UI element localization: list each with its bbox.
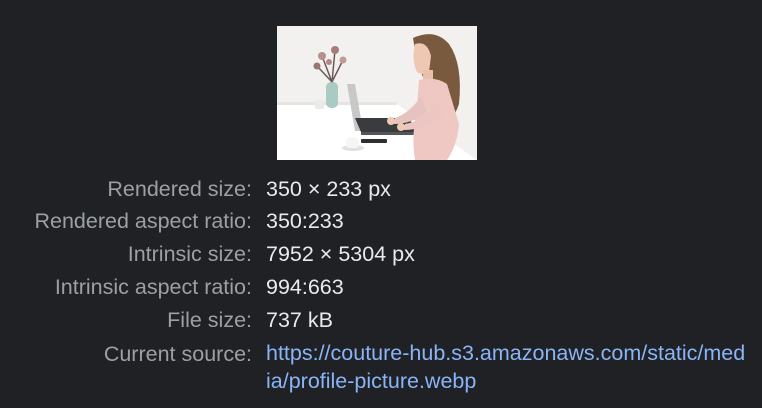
- intrinsic-size-value: 7952 × 5304 px: [266, 242, 415, 266]
- rendered-size-label: Rendered size:: [107, 177, 252, 201]
- image-preview: [277, 26, 477, 160]
- rendered-aspect-label: Rendered aspect ratio:: [34, 209, 252, 233]
- current-source-label: Current source:: [103, 342, 252, 366]
- file-size-value: 737 kB: [266, 308, 333, 332]
- file-size-row: File size: 737 kB: [0, 305, 762, 335]
- rendered-size-value: 350 × 233 px: [266, 177, 391, 201]
- rendered-aspect-row: Rendered aspect ratio: 350:233: [0, 206, 762, 236]
- image-info-popover: Rendered size: 350 × 233 px Rendered asp…: [0, 0, 762, 408]
- intrinsic-aspect-row: Intrinsic aspect ratio: 994:663: [0, 272, 762, 302]
- current-source-link[interactable]: https://couture-hub.s3.amazonaws.com/sta…: [266, 339, 746, 395]
- rendered-aspect-value: 350:233: [266, 209, 344, 233]
- file-size-label: File size:: [167, 308, 252, 332]
- intrinsic-size-label: Intrinsic size:: [127, 242, 252, 266]
- preview-illustration: [277, 26, 477, 160]
- rendered-size-row: Rendered size: 350 × 233 px: [0, 174, 762, 204]
- intrinsic-size-row: Intrinsic size: 7952 × 5304 px: [0, 239, 762, 269]
- current-source-row: Current source: https://couture-hub.s3.a…: [0, 339, 762, 397]
- intrinsic-aspect-label: Intrinsic aspect ratio:: [54, 275, 252, 299]
- intrinsic-aspect-value: 994:663: [266, 275, 344, 299]
